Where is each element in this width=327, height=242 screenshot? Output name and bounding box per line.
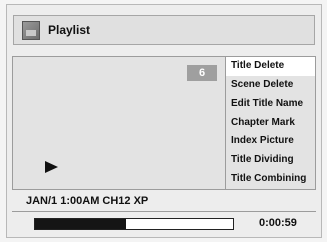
play-icon: [45, 161, 58, 173]
content-panel: 6 Title Delete Scene Delete Edit Title N…: [12, 56, 316, 190]
recording-info: JAN/1 1:00AM CH12 XP: [12, 190, 316, 211]
playlist-icon: [22, 21, 40, 40]
menu-item-scene-delete[interactable]: Scene Delete: [226, 76, 315, 95]
title-number-badge: 6: [187, 65, 217, 81]
progress-bar: [34, 218, 234, 230]
progress-fill: [35, 219, 127, 229]
menu-item-title-dividing[interactable]: Title Dividing: [226, 151, 315, 170]
menu-item-chapter-mark[interactable]: Chapter Mark: [226, 114, 315, 133]
recording-info-text: JAN/1 1:00AM CH12 XP: [26, 195, 149, 207]
playback-progress-row: 0:00:59: [12, 211, 316, 235]
menu-item-title-combining[interactable]: Title Combining: [226, 170, 315, 189]
menu-item-title-delete[interactable]: Title Delete: [226, 57, 315, 76]
edit-menu: Title Delete Scene Delete Edit Title Nam…: [225, 57, 315, 189]
menu-item-edit-title-name[interactable]: Edit Title Name: [226, 95, 315, 114]
title-bar: Playlist: [13, 15, 315, 45]
elapsed-time: 0:00:59: [259, 217, 297, 229]
title-preview[interactable]: 6: [13, 57, 225, 189]
page-title: Playlist: [48, 23, 91, 37]
menu-item-index-picture[interactable]: Index Picture: [226, 132, 315, 151]
